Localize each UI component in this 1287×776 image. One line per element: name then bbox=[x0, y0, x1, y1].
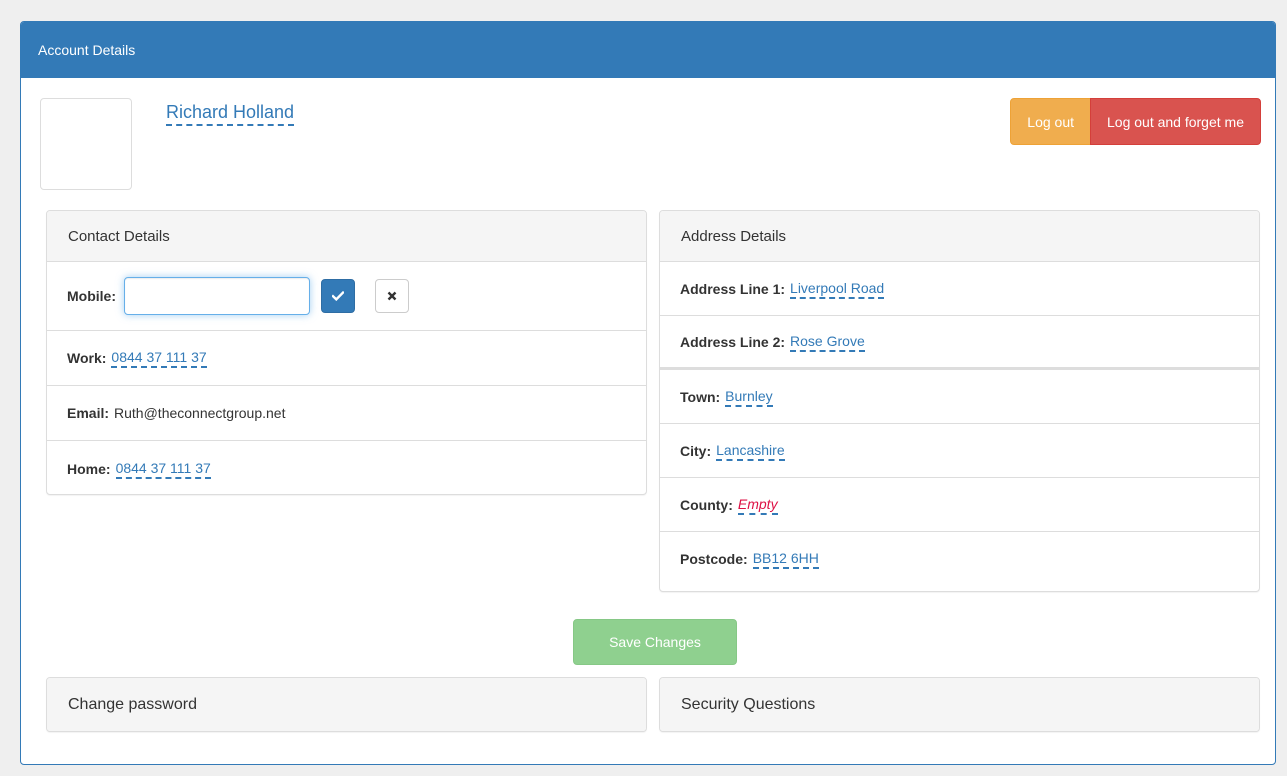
security-questions-panel: Security Questions bbox=[659, 677, 1260, 732]
account-details-panel: Account Details Richard Holland Log out … bbox=[20, 21, 1276, 765]
contact-details-panel: Contact Details Mobile: Work: 0844 37 11… bbox=[46, 210, 647, 495]
mobile-input[interactable] bbox=[124, 277, 310, 315]
address-line1-editable[interactable]: Liverpool Road bbox=[790, 279, 885, 299]
user-name-editable[interactable]: Richard Holland bbox=[166, 100, 295, 126]
email-row: Email: Ruth@theconnectgroup.net bbox=[47, 386, 646, 441]
work-row: Work: 0844 37 111 37 bbox=[47, 331, 646, 386]
panel-title: Account Details bbox=[38, 42, 136, 58]
postcode-label: Postcode: bbox=[680, 551, 748, 567]
work-label: Work: bbox=[67, 350, 107, 366]
town-editable[interactable]: Burnley bbox=[725, 387, 773, 407]
check-icon bbox=[332, 291, 344, 301]
mobile-label: Mobile: bbox=[67, 288, 116, 304]
address-details-heading: Address Details bbox=[660, 211, 1259, 262]
city-row: City: Lancashire bbox=[660, 424, 1259, 478]
panel-header: Account Details bbox=[21, 22, 1275, 78]
address-line2-row: Address Line 2: Rose Grove bbox=[660, 316, 1259, 370]
postcode-editable[interactable]: BB12 6HH bbox=[752, 549, 819, 569]
address-line1-label: Address Line 1: bbox=[680, 280, 786, 297]
county-editable[interactable]: Empty bbox=[737, 495, 778, 515]
address-details-panel: Address Details Address Line 1: Liverpoo… bbox=[659, 210, 1260, 592]
address-line2-editable[interactable]: Rose Grove bbox=[790, 332, 865, 352]
avatar bbox=[40, 98, 132, 190]
county-label: County: bbox=[680, 496, 733, 513]
logout-forget-button[interactable]: Log out and forget me bbox=[1090, 98, 1261, 145]
change-password-heading[interactable]: Change password bbox=[47, 678, 646, 731]
close-icon bbox=[387, 291, 397, 301]
confirm-button[interactable] bbox=[321, 279, 355, 313]
change-password-panel: Change password bbox=[46, 677, 647, 732]
town-row: Town: Burnley bbox=[660, 370, 1259, 424]
postcode-row: Postcode: BB12 6HH bbox=[660, 532, 1259, 586]
city-label: City: bbox=[680, 442, 712, 459]
email-label: Email: bbox=[67, 405, 110, 421]
city-editable[interactable]: Lancashire bbox=[716, 441, 785, 461]
save-changes-button[interactable]: Save Changes bbox=[573, 619, 737, 665]
address-line2-label: Address Line 2: bbox=[680, 333, 786, 350]
email-value: Ruth@theconnectgroup.net bbox=[114, 405, 286, 421]
home-label: Home: bbox=[67, 460, 111, 477]
logout-button[interactable]: Log out bbox=[1010, 98, 1091, 145]
address-line1-row: Address Line 1: Liverpool Road bbox=[660, 262, 1259, 316]
cancel-button[interactable] bbox=[375, 279, 409, 313]
town-label: Town: bbox=[680, 388, 721, 405]
home-row: Home: 0844 37 111 37 bbox=[47, 441, 646, 494]
work-phone-editable[interactable]: 0844 37 111 37 bbox=[111, 348, 207, 368]
security-questions-heading[interactable]: Security Questions bbox=[660, 678, 1259, 731]
mobile-row: Mobile: bbox=[47, 262, 646, 331]
county-row: County: Empty bbox=[660, 478, 1259, 532]
contact-details-heading: Contact Details bbox=[47, 211, 646, 262]
home-phone-editable[interactable]: 0844 37 111 37 bbox=[115, 459, 211, 479]
logout-button-group: Log out Log out and forget me bbox=[1010, 98, 1261, 145]
